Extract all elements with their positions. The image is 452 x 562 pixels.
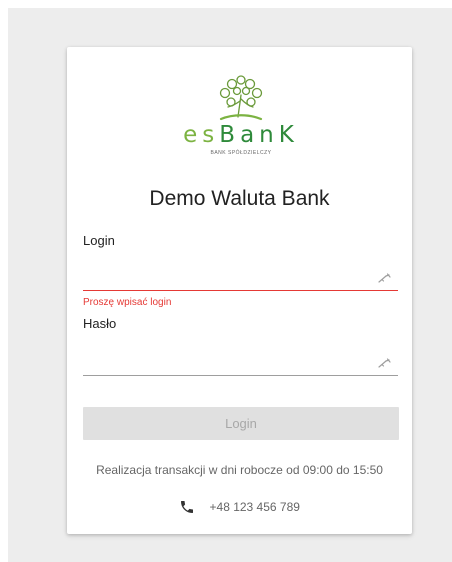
login-label: Login xyxy=(83,233,115,248)
logo-wordmark: esBanK xyxy=(183,122,299,148)
bank-logo: esBanK BANK SPÓŁDZIELCZY xyxy=(179,73,303,157)
logo-subtitle: BANK SPÓŁDZIELCZY xyxy=(210,150,272,156)
phone-number[interactable]: +48 123 456 789 xyxy=(210,499,300,515)
phone-icon xyxy=(181,500,194,513)
phone-contact: +48 123 456 789 xyxy=(67,498,412,518)
login-card: esBanK BANK SPÓŁDZIELCZY Demo Waluta Ban… xyxy=(67,47,412,534)
page-title: Demo Waluta Bank xyxy=(149,187,330,210)
password-label: Hasło xyxy=(83,316,117,331)
password-input[interactable] xyxy=(83,350,398,376)
key-icon xyxy=(378,273,391,283)
login-input[interactable] xyxy=(83,265,398,291)
transaction-hours-text: Realizacja transakcji w dni robocze od 0… xyxy=(96,463,383,477)
key-icon xyxy=(378,358,391,368)
login-button[interactable]: Login xyxy=(83,407,399,440)
login-error-message: Proszę wpisać login xyxy=(83,297,172,308)
tree-icon xyxy=(219,75,263,121)
